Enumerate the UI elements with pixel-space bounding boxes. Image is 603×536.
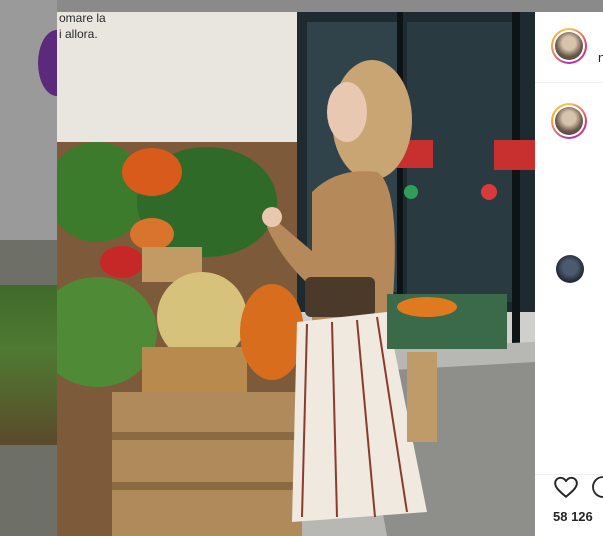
- header-divider: [535, 82, 603, 83]
- post-photo[interactable]: omare la i allora.: [57, 12, 535, 536]
- wall-sign-line-1: omare la: [59, 12, 106, 25]
- post-sidebar: n 58 126: [535, 12, 603, 536]
- caption-avatar[interactable]: [551, 103, 587, 139]
- wall-sign-line-2: i allora.: [59, 27, 98, 41]
- commenter-avatar[interactable]: [556, 255, 584, 283]
- wall-sign-text: omare la i allora.: [57, 12, 106, 72]
- author-avatar[interactable]: [551, 28, 587, 64]
- post-photo-scene: [57, 12, 535, 536]
- author-username[interactable]: n: [598, 50, 603, 65]
- background-feed-vegetables: [0, 285, 57, 445]
- heart-icon[interactable]: [553, 474, 579, 500]
- comment-icon[interactable]: [591, 475, 603, 499]
- likes-count[interactable]: 58 126: [553, 509, 593, 524]
